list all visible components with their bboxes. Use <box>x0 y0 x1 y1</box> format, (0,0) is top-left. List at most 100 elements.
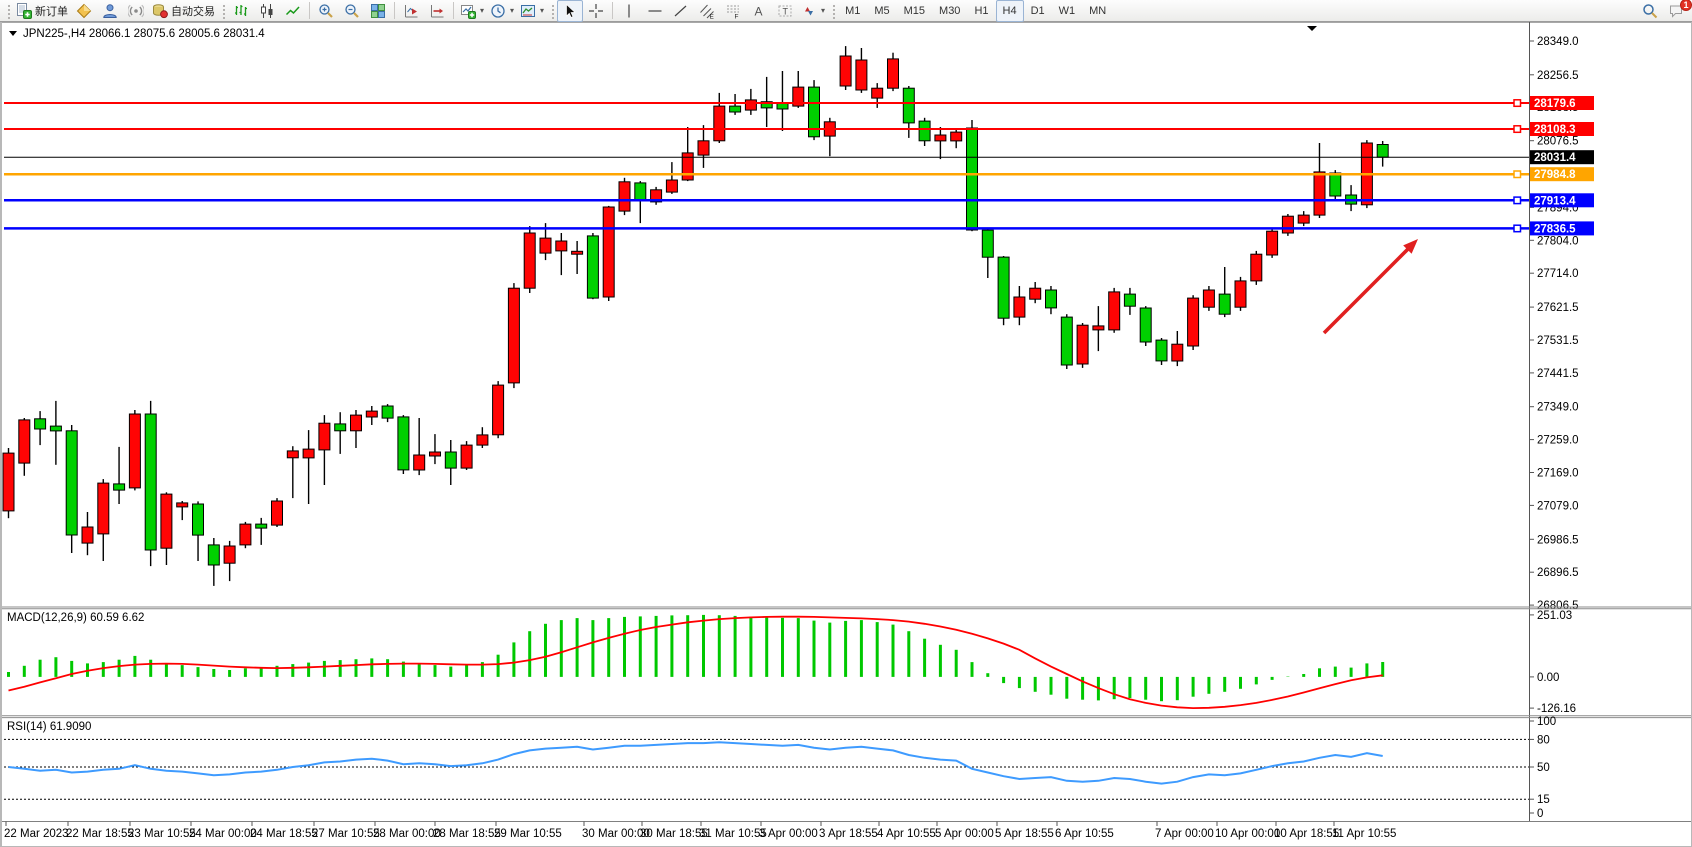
svg-text:28031.4: 28031.4 <box>1534 152 1576 164</box>
timeframe-m1-button-label: M1 <box>841 5 864 17</box>
chevron-down-icon[interactable]: ▾ <box>480 6 484 15</box>
svg-text:5 Apr 00:00: 5 Apr 00:00 <box>935 828 994 840</box>
svg-text:30 Mar 18:55: 30 Mar 18:55 <box>640 828 708 840</box>
svg-text:24 Mar 00:00: 24 Mar 00:00 <box>189 828 257 840</box>
horizontal-line-button[interactable] <box>642 0 668 22</box>
trendline-button[interactable] <box>668 0 694 22</box>
toolbar-separator <box>453 2 454 19</box>
text-icon: A <box>751 3 767 19</box>
indicators-button[interactable]: ▾ <box>457 0 487 22</box>
timeframe-h4-button[interactable]: H4 <box>996 0 1024 22</box>
svg-text:27714.0: 27714.0 <box>1537 268 1579 280</box>
price-axis[interactable]: 28349.028256.528168.528076.527894.027804… <box>1530 22 1595 822</box>
scroll-end-marker-icon[interactable] <box>1307 26 1317 31</box>
timeframe-m15-button[interactable]: M15 <box>897 0 932 22</box>
svg-text:27984.8: 27984.8 <box>1534 169 1576 181</box>
svg-text:27349.0: 27349.0 <box>1537 402 1579 414</box>
zoom-in-button[interactable] <box>313 0 339 22</box>
text-label-button[interactable]: T <box>772 0 798 22</box>
timeframe-mn-button[interactable]: MN <box>1082 0 1113 22</box>
svg-text:23 Mar 10:55: 23 Mar 10:55 <box>128 828 196 840</box>
timeframe-d1-button[interactable]: D1 <box>1024 0 1052 22</box>
candles-layer <box>3 46 1388 586</box>
market-watch-button[interactable] <box>71 0 97 22</box>
svg-text:27913.4: 27913.4 <box>1534 195 1576 207</box>
toolbar-drag-handle[interactable] <box>6 3 10 19</box>
chart-window[interactable]: JPN225-,H4 28066.1 28075.6 28005.6 28031… <box>0 22 1692 847</box>
svg-text:15: 15 <box>1537 794 1550 806</box>
line-chart-button[interactable] <box>280 0 306 22</box>
svg-text:27621.5: 27621.5 <box>1537 302 1579 314</box>
search-button[interactable] <box>1637 0 1663 22</box>
toolbar-drag-handle[interactable] <box>550 3 554 19</box>
candlestick-chart-button[interactable] <box>254 0 280 22</box>
chevron-down-icon[interactable]: ▾ <box>821 6 825 15</box>
zoom-out-button[interactable] <box>339 0 365 22</box>
svg-text:31 Mar 10:55: 31 Mar 10:55 <box>699 828 767 840</box>
crosshair-icon <box>588 3 604 19</box>
toolbar-drag-handle[interactable] <box>221 3 225 19</box>
tile-windows-button[interactable] <box>365 0 391 22</box>
crosshair-button[interactable] <box>583 0 609 22</box>
svg-text:F: F <box>735 13 739 19</box>
svg-text:27836.5: 27836.5 <box>1534 223 1576 235</box>
macd-panel: 251.030.00-126.16MACD(12,26,9) 60.59 6.6… <box>7 610 1576 715</box>
cursor-button[interactable] <box>557 0 583 22</box>
line-chart-icon <box>285 3 301 19</box>
svg-text:29 Mar 10:55: 29 Mar 10:55 <box>494 828 562 840</box>
timeframe-m15-button-label: M15 <box>900 5 929 17</box>
svg-text:10 Apr 00:00: 10 Apr 00:00 <box>1215 828 1280 840</box>
timeframe-h1-button-label: H1 <box>970 5 992 17</box>
vertical-line-button[interactable] <box>616 0 642 22</box>
chevron-down-icon[interactable]: ▾ <box>540 6 544 15</box>
timeframe-m5-button[interactable]: M5 <box>867 0 896 22</box>
toolbar-drag-handle[interactable] <box>831 3 835 19</box>
chart-shift-button[interactable] <box>424 0 450 22</box>
auto-trading-button[interactable]: 自动交易 <box>149 0 218 22</box>
indicators-icon <box>460 3 476 19</box>
fibonacci-button[interactable]: F <box>720 0 746 22</box>
new-order-button-label: 新订单 <box>35 3 68 19</box>
auto-scroll-button[interactable] <box>398 0 424 22</box>
bar-chart-button[interactable] <box>228 0 254 22</box>
periods-button[interactable]: ▾ <box>487 0 517 22</box>
timeframe-w1-button[interactable]: W1 <box>1052 0 1083 22</box>
profile-button[interactable] <box>97 0 123 22</box>
text-button[interactable]: A <box>746 0 772 22</box>
chart-menu-arrow-icon[interactable] <box>9 31 17 36</box>
search-icon <box>1642 3 1658 19</box>
fibonacci-icon: F <box>725 3 741 19</box>
text-label-icon: T <box>777 3 793 19</box>
new-order-button[interactable]: 新订单 <box>13 0 71 22</box>
arrows-icon <box>801 3 817 19</box>
price-chart[interactable]: JPN225-,H4 28066.1 28075.6 28005.6 28031… <box>2 22 1691 846</box>
svg-text:28108.3: 28108.3 <box>1534 124 1576 136</box>
templates-button[interactable]: ▾ <box>517 0 547 22</box>
market-watch-icon <box>76 3 92 19</box>
notifications-button[interactable]: 1 <box>1663 0 1689 22</box>
arrows-button[interactable]: ▾ <box>798 0 828 22</box>
chevron-down-icon[interactable]: ▾ <box>510 6 514 15</box>
auto-trading-icon <box>152 3 168 19</box>
toolbar-separator <box>394 2 395 19</box>
timeframe-mn-button-label: MN <box>1085 5 1110 17</box>
bar-chart-icon <box>233 3 249 19</box>
arrow-annotation[interactable] <box>1324 239 1418 333</box>
equidistant-channel-button[interactable]: E <box>694 0 720 22</box>
timeframe-m1-button[interactable]: M1 <box>838 0 867 22</box>
timeframe-h4-button-label: H4 <box>999 5 1021 17</box>
rsi-label: RSI(14) 61.9090 <box>7 721 91 733</box>
svg-text:T: T <box>783 6 789 16</box>
timeframe-h1-button[interactable]: H1 <box>967 0 995 22</box>
svg-text:0.00: 0.00 <box>1537 672 1559 684</box>
svg-text:3 Apr 00:00: 3 Apr 00:00 <box>759 828 818 840</box>
signals-button[interactable] <box>123 0 149 22</box>
zoom-in-icon <box>318 3 334 19</box>
svg-text:22 Mar 2023: 22 Mar 2023 <box>4 828 69 840</box>
timeframe-m30-button[interactable]: M30 <box>932 0 967 22</box>
rsi-panel: 1008050150RSI(14) 61.9090 <box>4 716 1556 820</box>
channel-icon: E <box>699 3 715 19</box>
date-axis[interactable]: 22 Mar 202322 Mar 18:5523 Mar 10:5524 Ma… <box>2 822 1691 841</box>
svg-text:27441.5: 27441.5 <box>1537 368 1579 380</box>
signal-icon <box>128 3 144 19</box>
